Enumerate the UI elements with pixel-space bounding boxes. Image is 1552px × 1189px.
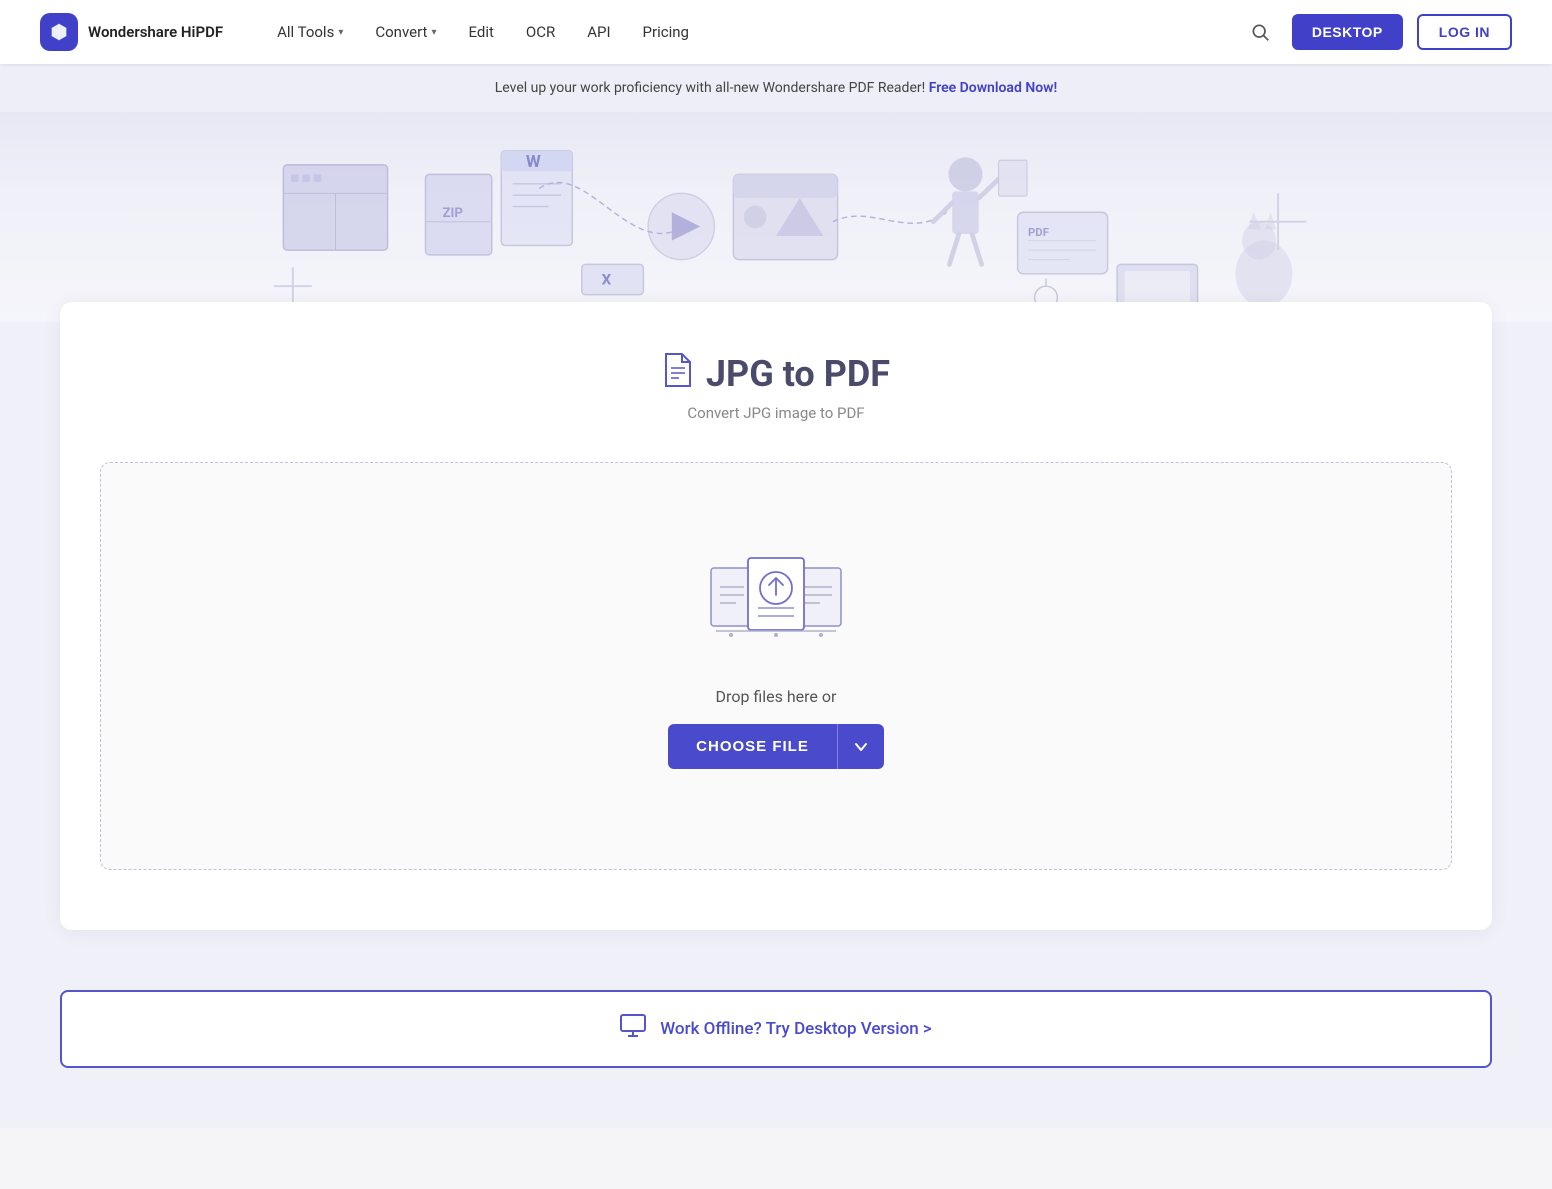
login-button[interactable]: LOG IN xyxy=(1417,14,1512,50)
desktop-promo-banner[interactable]: Work Offline? Try Desktop Version > xyxy=(60,990,1492,1068)
logo-icon xyxy=(40,13,78,51)
logo[interactable]: Wondershare HiPDF xyxy=(40,13,223,51)
choose-file-wrapper: CHOOSE FILE xyxy=(668,724,884,769)
nav-item-ocr[interactable]: OCR xyxy=(512,15,569,49)
upload-illustration xyxy=(706,543,846,657)
choose-file-button[interactable]: CHOOSE FILE xyxy=(668,724,837,769)
main-content: JPG to PDF Convert JPG image to PDF xyxy=(0,322,1552,1128)
search-button[interactable] xyxy=(1242,14,1278,50)
desktop-promo-text: Work Offline? Try Desktop Version > xyxy=(660,1019,932,1039)
hero-section: ZIP W X xyxy=(0,112,1552,322)
upload-area[interactable]: Drop files here or CHOOSE FILE xyxy=(100,462,1452,870)
chevron-down-icon: ▾ xyxy=(431,27,436,38)
nav-item-convert[interactable]: Convert ▾ xyxy=(361,15,450,49)
nav-item-api[interactable]: API xyxy=(573,15,624,49)
banner-link[interactable]: Free Download Now! xyxy=(929,80,1058,96)
nav-item-all-tools[interactable]: All Tools ▾ xyxy=(263,15,357,49)
hero-illustration: ZIP W X xyxy=(176,127,1376,307)
tool-card: JPG to PDF Convert JPG image to PDF xyxy=(60,302,1492,930)
navbar-nav: All Tools ▾ Convert ▾ Edit OCR API Prici… xyxy=(263,15,1242,49)
svg-text:PDF: PDF xyxy=(1028,225,1049,239)
promo-banner: Level up your work proficiency with all-… xyxy=(0,64,1552,112)
tool-title: JPG to PDF xyxy=(100,352,1452,396)
tool-subtitle: Convert JPG image to PDF xyxy=(100,404,1452,422)
navbar: Wondershare HiPDF All Tools ▾ Convert ▾ … xyxy=(0,0,1552,64)
document-icon xyxy=(662,352,694,396)
navbar-right: DESKTOP LOG IN xyxy=(1242,14,1512,50)
tool-header: JPG to PDF Convert JPG image to PDF xyxy=(100,352,1452,422)
nav-item-edit[interactable]: Edit xyxy=(454,15,507,49)
chevron-down-icon: ▾ xyxy=(338,27,343,38)
nav-item-pricing[interactable]: Pricing xyxy=(629,15,703,49)
logo-text: Wondershare HiPDF xyxy=(88,23,223,41)
monitor-icon xyxy=(620,1014,646,1044)
svg-text:ZIP: ZIP xyxy=(443,206,464,221)
svg-text:W: W xyxy=(526,152,541,172)
choose-file-dropdown-button[interactable] xyxy=(837,724,884,769)
svg-text:X: X xyxy=(602,270,612,288)
drop-text: Drop files here or xyxy=(716,687,837,706)
desktop-button[interactable]: DESKTOP xyxy=(1292,14,1403,50)
